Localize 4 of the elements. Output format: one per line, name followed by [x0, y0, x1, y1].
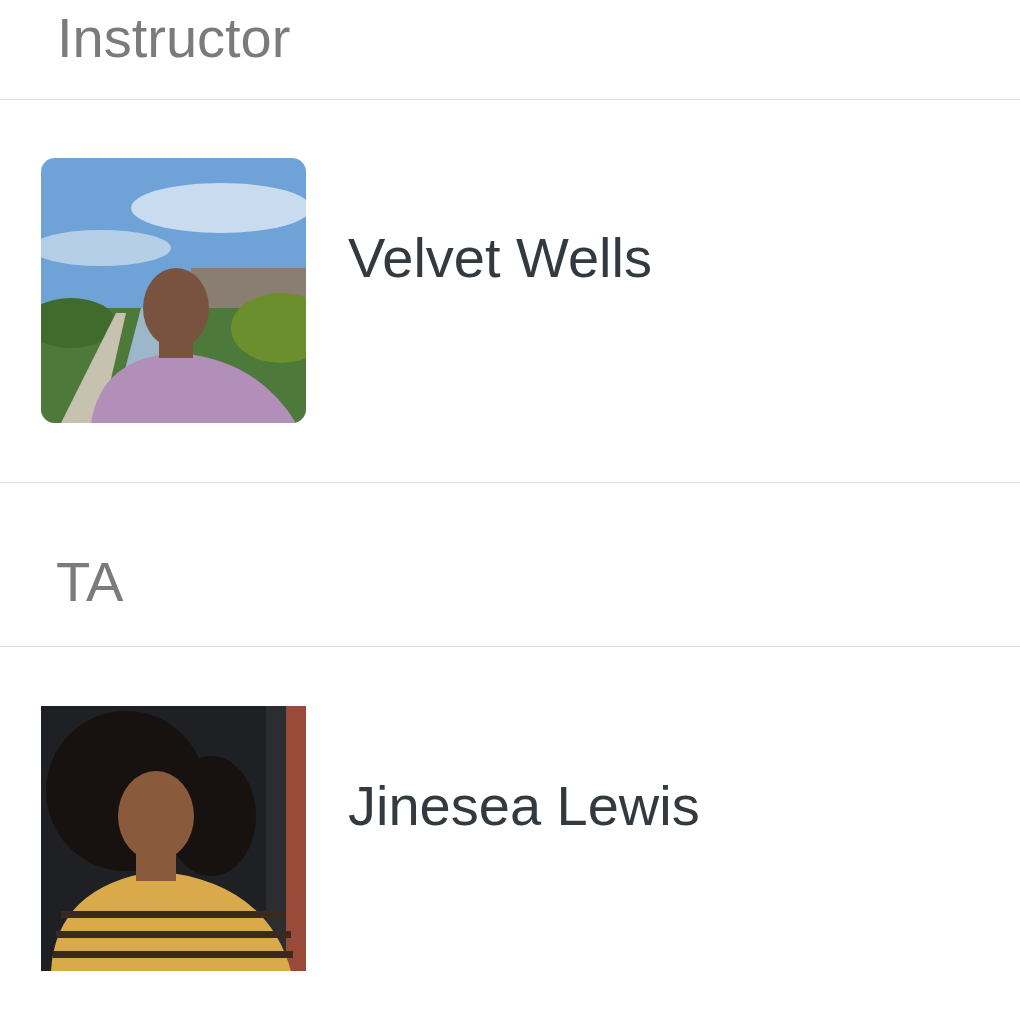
person-name: Velvet Wells: [348, 225, 652, 291]
section-heading: Instructor: [57, 5, 291, 71]
section-heading: TA: [56, 549, 124, 615]
person-name: Jinesea Lewis: [348, 773, 700, 839]
